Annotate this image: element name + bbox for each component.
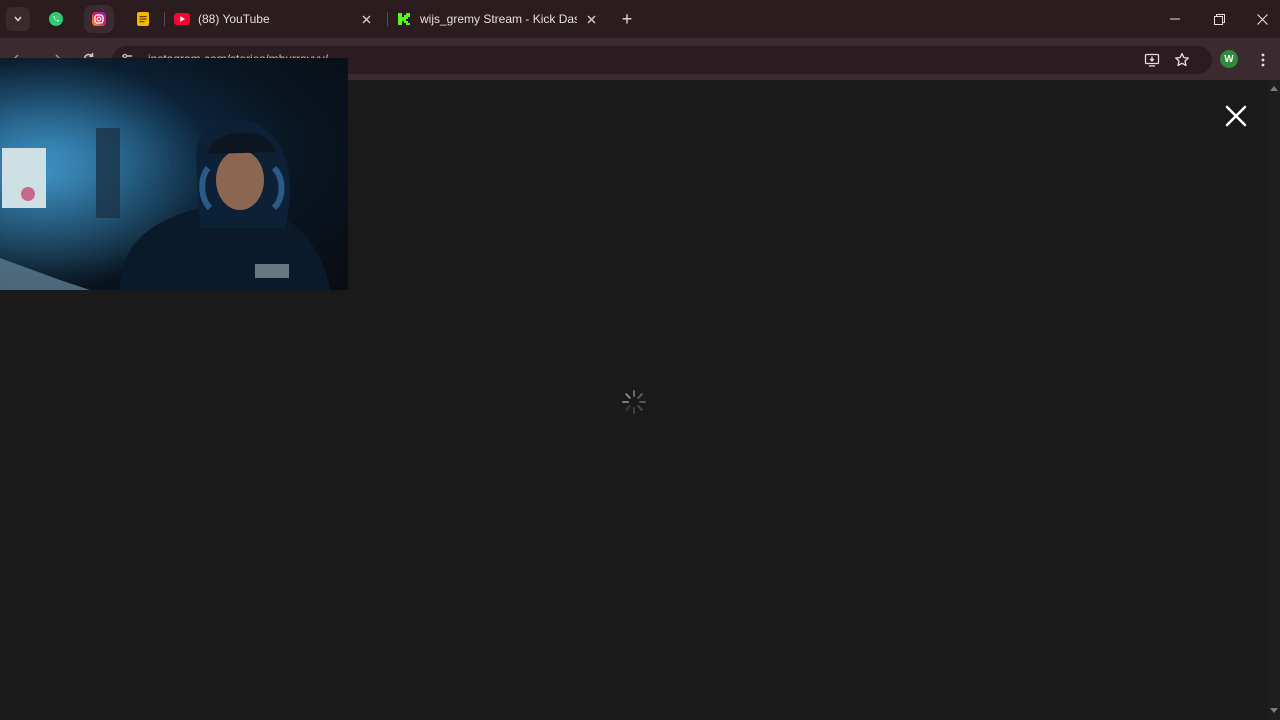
whatsapp-icon	[49, 12, 63, 26]
youtube-icon	[174, 13, 190, 25]
spinner-icon	[622, 390, 646, 414]
more-vertical-icon	[1261, 53, 1265, 67]
close-story-button[interactable]	[1222, 102, 1250, 130]
tab-youtube[interactable]: (88) YouTube	[166, 5, 382, 33]
close-icon	[1256, 13, 1268, 25]
profile-avatar[interactable]: W	[1220, 50, 1238, 68]
tab-search-button[interactable]	[6, 7, 30, 31]
notes-icon	[137, 12, 149, 26]
minimize-button[interactable]	[1153, 0, 1197, 38]
pinned-tab-instagram[interactable]	[84, 5, 114, 33]
loading-spinner	[620, 388, 648, 416]
scroll-down-arrow[interactable]	[1270, 708, 1278, 713]
scroll-up-arrow[interactable]	[1270, 86, 1278, 91]
scrollbar[interactable]	[1268, 80, 1280, 720]
pinned-tab-notes[interactable]	[128, 5, 158, 33]
webcam-image	[0, 58, 348, 290]
browser-menu-button[interactable]	[1251, 48, 1275, 72]
tab-strip: (88) YouTube wijs_gremy Stream - Kick Da…	[0, 0, 1280, 38]
chevron-down-icon	[14, 16, 22, 22]
tab-separator	[387, 12, 388, 26]
tab-title: (88) YouTube	[198, 12, 270, 26]
new-tab-button[interactable]: +	[617, 9, 637, 29]
tab-kick-dashboard[interactable]: wijs_gremy Stream - Kick Dashb	[389, 5, 607, 33]
install-icon	[1144, 53, 1160, 67]
close-icon	[1225, 105, 1247, 127]
close-icon	[587, 15, 595, 23]
instagram-icon	[92, 12, 106, 26]
webcam-overlay	[0, 58, 348, 290]
close-icon	[362, 15, 370, 23]
restore-icon	[1213, 13, 1225, 25]
tab-title: wijs_gremy Stream - Kick Dashb	[420, 12, 577, 26]
plus-icon: +	[621, 8, 633, 29]
install-app-button[interactable]	[1140, 48, 1164, 72]
restore-button[interactable]	[1197, 0, 1241, 38]
close-tab-button[interactable]	[358, 11, 374, 27]
bookmark-button[interactable]	[1170, 48, 1194, 72]
close-tab-button[interactable]	[583, 11, 599, 27]
close-window-button[interactable]	[1240, 0, 1280, 38]
pinned-tab-whatsapp[interactable]	[41, 5, 71, 33]
minimize-icon	[1170, 18, 1180, 20]
tab-separator	[164, 12, 165, 26]
kick-icon	[398, 13, 410, 25]
star-icon	[1175, 52, 1189, 67]
